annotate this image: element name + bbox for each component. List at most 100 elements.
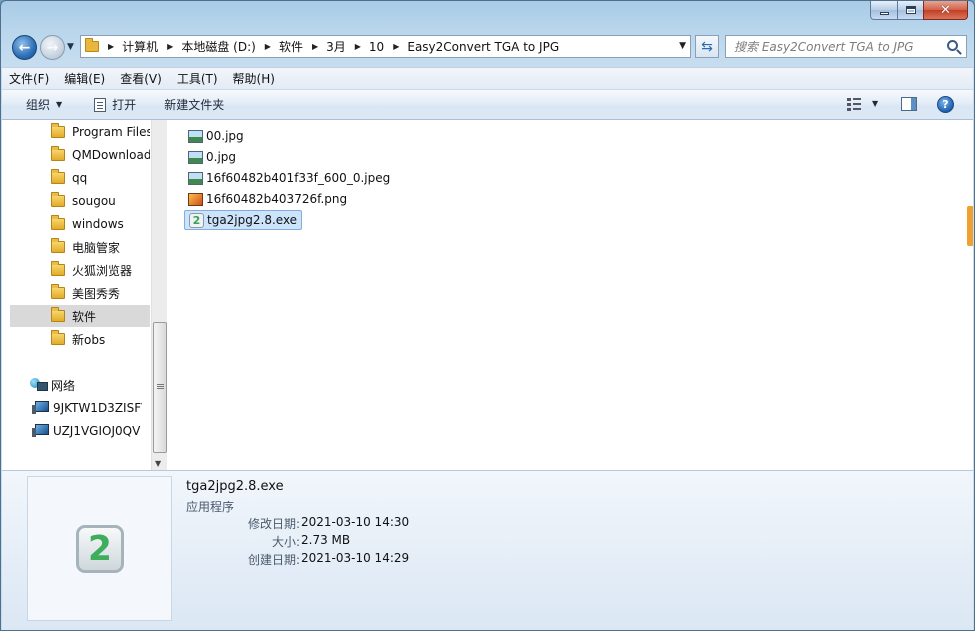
new-folder-button[interactable]: 新建文件夹 [164,96,224,113]
menu-file[interactable]: 文件(F) [9,70,49,87]
arrow-left-icon: ← [18,39,31,56]
close-button[interactable]: ✕ [923,1,968,20]
change-view-icon[interactable] [847,98,861,111]
open-button[interactable]: 打开 [94,96,136,113]
chevron-right-icon[interactable]: ▶ [355,42,361,51]
details-modified-value[interactable]: 2021-03-10 14:30 [301,515,409,529]
breadcrumb-software[interactable]: 软件 [279,38,303,55]
tree-folder-sougou[interactable]: sougou [10,190,150,212]
folder-icon [51,169,65,184]
help-icon[interactable]: ? [937,96,954,113]
chevron-right-icon[interactable]: ▶ [393,42,399,51]
chevron-right-icon[interactable]: ▶ [312,42,318,51]
scrollbar-thumb[interactable] [153,322,167,453]
tree-folder-qq[interactable]: qq [10,167,150,189]
search-input[interactable] [734,37,944,57]
chevron-right-icon[interactable]: ▶ [167,42,173,51]
file-item[interactable]: 0.jpg [184,147,240,167]
png-image-icon [188,192,203,206]
details-size-row: 大小: 2.73 MB [186,533,486,551]
preview-pane-icon[interactable] [901,97,917,111]
chevron-right-icon[interactable]: ▶ [108,42,114,51]
minimize-icon [879,11,889,15]
jpg-image-icon [188,129,203,143]
file-list: 00.jpg 0.jpg 16f60482b401f33f_600_0.jpeg… [167,120,973,470]
search-box [725,35,967,58]
tree-folder-qmdownload[interactable]: QMDownload [10,144,150,166]
minimize-button[interactable] [870,1,897,20]
tree-folder-software[interactable]: 软件 [10,305,150,327]
breadcrumb-current-folder[interactable]: Easy2Convert TGA to JPG [407,40,559,54]
folder-icon [85,38,99,52]
content-area: Program Files QMDownload qq sougou windo… [2,120,973,470]
scroll-down-arrow-icon[interactable]: ▼ [155,459,161,468]
menu-tools[interactable]: 工具(T) [177,70,218,87]
breadcrumb-10[interactable]: 10 [369,40,384,54]
tree-item-label: 新obs [72,332,106,347]
folder-icon [51,123,65,138]
arrow-right-icon: → [46,39,59,56]
command-bar: 组织 ▼ 打开 新建文件夹 ▼ ? [2,89,973,120]
file-item[interactable]: 00.jpg [184,126,248,146]
address-history-dropdown[interactable]: ▼ [679,41,686,51]
maximize-button[interactable] [897,1,923,20]
folder-icon [51,238,65,253]
file-item[interactable]: 16f60482b403726f.png [184,189,351,209]
tree-folder-meitu[interactable]: 美图秀秀 [10,282,150,304]
chevron-down-icon: ▼ [56,100,63,109]
tree-item-label: 电脑管家 [72,240,121,255]
refresh-icon: ⇆ [701,38,713,55]
tree-folder-firefox[interactable]: 火狐浏览器 [10,259,150,281]
file-item-selected[interactable]: 2 tga2jpg2.8.exe [184,210,303,230]
breadcrumb-drive[interactable]: 本地磁盘 (D:) [181,38,255,55]
breadcrumb-computer[interactable]: 计算机 [122,38,158,55]
computer-icon [32,424,49,438]
tree-item-label: 火狐浏览器 [72,263,133,278]
details-size-value: 2.73 MB [301,533,351,547]
tree-folder-new-obs[interactable]: 新obs [10,328,150,350]
nav-pane-scrollbar[interactable]: ▼ [151,120,167,470]
exe-app-icon: 2 [76,525,124,573]
file-item[interactable]: 16f60482b401f33f_600_0.jpeg [184,168,394,188]
address-bar[interactable]: ▶ 计算机 ▶ 本地磁盘 (D:) ▶ 软件 ▶ 3月 ▶ 10 ▶ Easy2… [80,35,691,58]
menu-view[interactable]: 查看(V) [120,70,162,87]
details-size-label: 大小: [271,535,300,549]
breadcrumb-march[interactable]: 3月 [326,38,346,55]
tree-folder-program-files[interactable]: Program Files [10,121,150,143]
folder-icon [51,284,65,299]
file-name: tga2jpg2.8.exe [207,213,298,227]
tree-item-label: sougou [72,194,116,208]
tree-computer-1[interactable]: 9JKTW1D3ZISFV [2,397,142,419]
close-icon: ✕ [940,2,951,18]
exe-app-icon: 2 [189,212,204,228]
view-options-dropdown[interactable]: ▼ [872,99,878,108]
tree-item-label: QMDownload [72,148,150,162]
tree-item-label: Program Files [72,125,150,139]
tree-network[interactable]: 网络 [2,374,142,396]
folder-icon [51,215,65,230]
organize-button[interactable]: 组织 ▼ [26,96,62,113]
forward-button[interactable]: → [40,35,65,60]
caption-buttons: ✕ [870,1,968,20]
tree-folder-pc-manager[interactable]: 电脑管家 [10,236,150,258]
tree-item-label: windows [72,217,124,231]
chevron-right-icon[interactable]: ▶ [265,42,271,51]
folder-icon [51,261,65,276]
recent-pages-dropdown[interactable]: ▼ [67,42,74,52]
new-folder-label: 新建文件夹 [164,98,225,112]
tree-item-label: 软件 [72,309,97,324]
search-icon[interactable] [947,40,958,51]
tree-folder-windows[interactable]: windows [10,213,150,235]
open-icon [94,97,107,112]
details-file-name: tga2jpg2.8.exe [186,479,284,494]
folder-icon [51,192,65,207]
details-created-value[interactable]: 2021-03-10 14:29 [301,551,409,565]
refresh-button[interactable]: ⇆ [695,35,719,58]
tree-computer-2[interactable]: UZJ1VGIOJ0QV [2,420,142,442]
back-button[interactable]: ← [12,35,37,60]
menu-help[interactable]: 帮助(H) [233,70,275,87]
menu-bar: 文件(F) 编辑(E) 查看(V) 工具(T) 帮助(H) [2,67,973,89]
computer-icon [32,401,49,415]
tree-item-label: qq [72,171,88,185]
menu-edit[interactable]: 编辑(E) [64,70,105,87]
